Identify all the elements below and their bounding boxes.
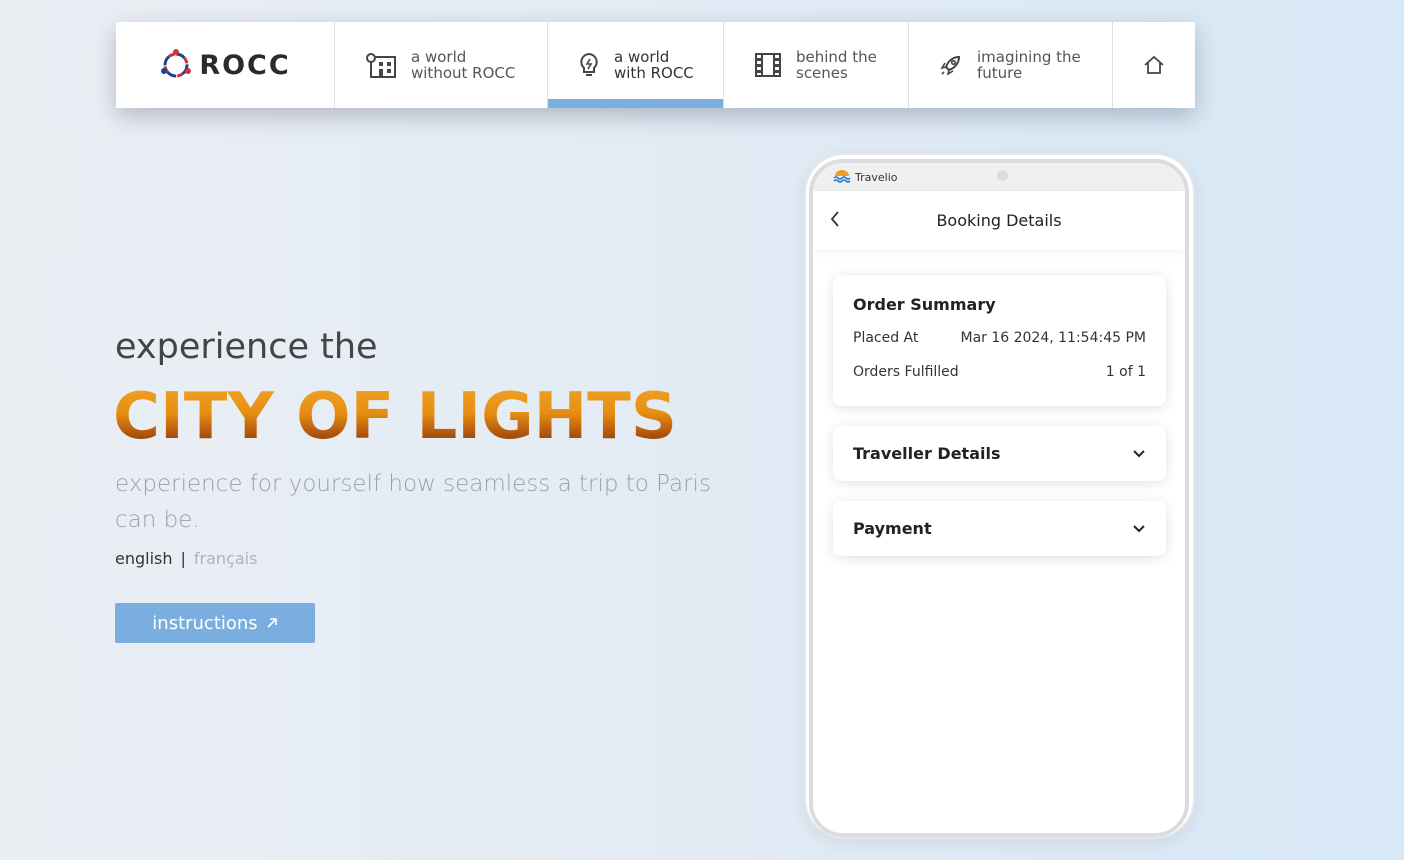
nav-label-without-rocc: a world without ROCC	[411, 48, 516, 82]
back-arrow-icon[interactable]	[829, 209, 841, 229]
hero-subtitle: experience for yourself how seamless a t…	[115, 471, 711, 533]
rocc-logo-icon	[161, 49, 192, 78]
instructions-button[interactable]: instructions	[115, 603, 315, 643]
traveller-details-heading: Traveller Details	[853, 444, 1001, 463]
hero-title: CITY OF LIGHTS	[113, 380, 677, 454]
traveller-details-accordion[interactable]: Traveller Details	[833, 426, 1166, 481]
chevron-down-icon	[1133, 449, 1145, 457]
orders-fulfilled-row: Orders Fulfilled 1 of 1	[853, 364, 1146, 380]
top-nav: ROCC a world without ROCC a world with R…	[116, 22, 1195, 108]
phone-camera	[997, 170, 1008, 181]
language-switcher: english | français	[115, 549, 257, 568]
nav-item-with-rocc[interactable]: a world with ROCC	[548, 22, 724, 108]
lang-separator: |	[180, 549, 186, 568]
lang-french-link[interactable]: français	[194, 549, 258, 568]
rocket-icon	[940, 55, 961, 76]
nav-item-imagining-future[interactable]: imagining the future	[909, 22, 1113, 108]
orders-fulfilled-label: Orders Fulfilled	[853, 364, 959, 380]
film-icon	[755, 53, 781, 77]
nav-item-behind-scenes[interactable]: behind the scenes	[724, 22, 909, 108]
arrow-up-right-icon	[267, 618, 277, 628]
phone-app-bar: Booking Details	[813, 191, 1185, 249]
nav-item-without-rocc[interactable]: a world without ROCC	[335, 22, 548, 108]
payment-heading: Payment	[853, 519, 932, 538]
travelio-logo-icon	[833, 170, 851, 183]
phone-status-bar: Travelio	[813, 163, 1185, 191]
order-summary-heading: Order Summary	[853, 295, 996, 314]
lang-english-link[interactable]: english	[115, 549, 173, 568]
home-button[interactable]	[1113, 22, 1195, 108]
booking-details-title: Booking Details	[936, 210, 1062, 230]
logo-text: ROCC	[199, 49, 291, 81]
hero-pretitle: experience the	[115, 327, 378, 367]
instructions-label: instructions	[152, 612, 258, 634]
nav-label-behind-scenes: behind the scenes	[796, 48, 877, 82]
rocc-logo[interactable]: ROCC	[116, 22, 335, 108]
order-summary-card: Order Summary Placed At Mar 16 2024, 11:…	[833, 275, 1166, 406]
travelio-brand: Travelio	[855, 170, 898, 184]
payment-accordion[interactable]: Payment	[833, 501, 1166, 556]
building-map-icon	[366, 53, 396, 78]
nav-label-imagining-future: imagining the future	[977, 48, 1081, 82]
home-icon	[1144, 55, 1164, 74]
chevron-down-icon	[1133, 524, 1145, 532]
orders-fulfilled-value: 1 of 1	[1105, 364, 1146, 380]
placed-at-row: Placed At Mar 16 2024, 11:54:45 PM	[853, 330, 1146, 346]
phone-screen: Travelio Booking Details Order Summary P…	[809, 159, 1189, 837]
nav-label-with-rocc: a world with ROCC	[614, 48, 694, 82]
placed-at-label: Placed At	[853, 330, 919, 346]
lightbulb-icon	[580, 52, 598, 76]
placed-at-value: Mar 16 2024, 11:54:45 PM	[960, 330, 1146, 346]
